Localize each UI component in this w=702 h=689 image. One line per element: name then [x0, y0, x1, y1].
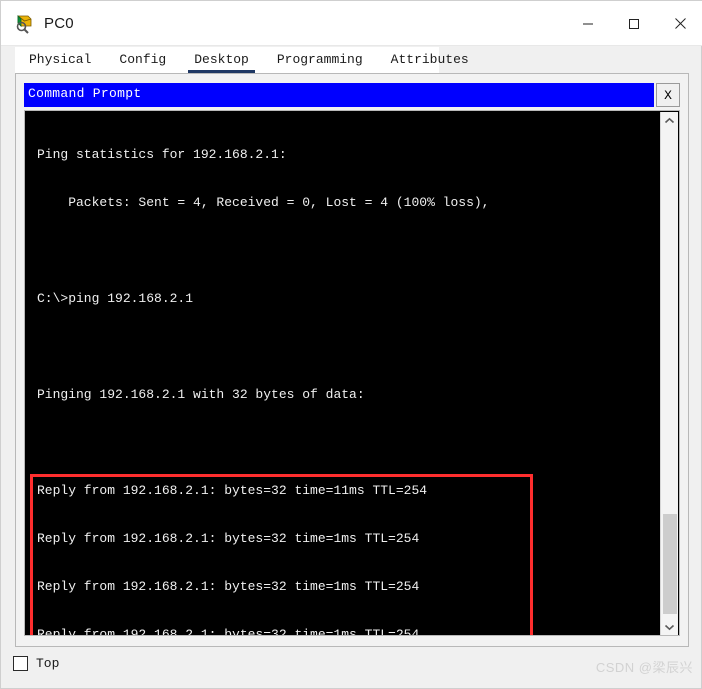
tab-desktop-label: Desktop [194, 52, 249, 67]
tab-config[interactable]: Config [105, 47, 180, 73]
tab-programming-label: Programming [276, 52, 363, 67]
tab-desktop[interactable]: Desktop [180, 47, 263, 73]
close-icon [674, 18, 686, 29]
window-titlebar: PC0 [1, 1, 702, 46]
packet-tracer-pc-icon [15, 14, 35, 34]
command-prompt-window: Command Prompt X Ping statistics for 192… [24, 83, 680, 636]
window-controls [565, 1, 702, 46]
desktop-panel: Command Prompt X Ping statistics for 192… [15, 73, 689, 647]
scroll-up-button[interactable] [661, 112, 678, 130]
tab-attributes[interactable]: Attributes [377, 47, 483, 73]
command-prompt-close-button[interactable]: X [656, 83, 680, 107]
top-checkbox-row[interactable]: Top [13, 656, 59, 671]
tab-config-label: Config [119, 52, 167, 67]
minimize-icon [583, 23, 593, 24]
terminal-scrollbar[interactable] [660, 112, 678, 635]
window-title: PC0 [44, 15, 74, 32]
tab-attributes-label: Attributes [390, 52, 469, 67]
window-title-group: PC0 [15, 1, 74, 46]
chevron-up-icon [664, 117, 675, 124]
close-button[interactable] [657, 1, 702, 46]
terminal-output-area[interactable]: Ping statistics for 192.168.2.1: Packets… [24, 110, 680, 636]
scroll-down-button[interactable] [661, 618, 678, 635]
terminal-line: Reply from 192.168.2.1: bytes=32 time=11… [37, 483, 428, 498]
terminal-line: Reply from 192.168.2.1: bytes=32 time=1m… [37, 579, 420, 594]
command-prompt-title: Command Prompt [28, 86, 142, 101]
chevron-down-icon [664, 624, 675, 631]
minimize-button[interactable] [565, 1, 611, 46]
terminal-line: Reply from 192.168.2.1: bytes=32 time=1m… [37, 531, 420, 546]
pc0-window: PC0 Physical Config Desktop Programming … [0, 0, 702, 689]
top-checkbox[interactable] [13, 656, 28, 671]
terminal-line: Pinging 192.168.2.1 with 32 bytes of dat… [37, 387, 365, 402]
bottom-bar: Top CSDN @梁辰兴 [1, 649, 701, 688]
command-prompt-titlebar: Command Prompt X [24, 83, 680, 107]
terminal-line: Packets: Sent = 4, Received = 0, Lost = … [37, 195, 490, 210]
watermark: CSDN @梁辰兴 [595, 660, 693, 675]
tab-physical-label: Physical [29, 52, 92, 67]
maximize-icon [629, 18, 639, 29]
scrollbar-thumb[interactable] [663, 514, 677, 614]
tab-list: Physical Config Desktop Programming Attr… [15, 47, 483, 73]
tab-bar: Physical Config Desktop Programming Attr… [15, 47, 689, 73]
terminal-text: Ping statistics for 192.168.2.1: Packets… [37, 115, 490, 636]
terminal-line: Ping statistics for 192.168.2.1: [37, 147, 287, 162]
terminal-line: Reply from 192.168.2.1: bytes=32 time=1m… [37, 627, 420, 636]
command-prompt-title-background: Command Prompt [24, 83, 654, 107]
tab-programming[interactable]: Programming [263, 47, 377, 73]
maximize-button[interactable] [611, 1, 657, 46]
tab-physical[interactable]: Physical [15, 47, 105, 73]
terminal-line: C:\>ping 192.168.2.1 [37, 291, 194, 306]
top-checkbox-label: Top [36, 656, 60, 671]
